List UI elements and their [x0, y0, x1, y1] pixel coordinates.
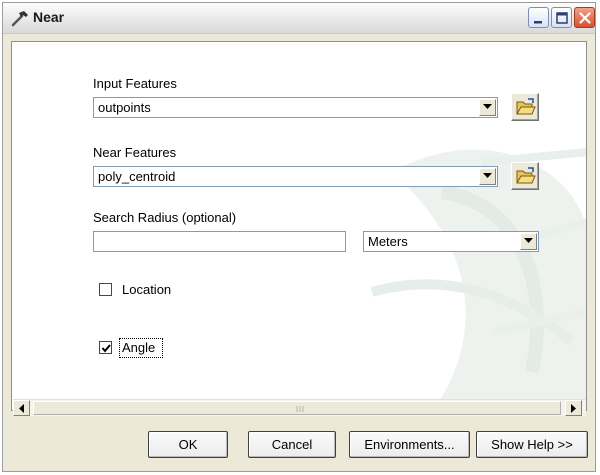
chevron-down-icon	[524, 238, 533, 243]
near-features-select[interactable]: poly_centroid	[93, 166, 498, 187]
close-icon	[579, 12, 591, 24]
checkmark-icon	[101, 344, 111, 353]
chevron-down-icon	[483, 104, 492, 109]
location-label[interactable]: Location	[122, 282, 171, 297]
input-features-dropdown-button[interactable]	[479, 99, 496, 116]
input-features-select[interactable]: outpoints	[93, 97, 498, 118]
unit-dropdown-button[interactable]	[520, 233, 537, 250]
horizontal-scrollbar[interactable]	[13, 399, 586, 416]
near-features-label: Near Features	[93, 145, 177, 160]
cancel-button[interactable]: Cancel	[248, 431, 336, 458]
environments-button[interactable]: Environments...	[349, 431, 470, 458]
near-features-browse-button[interactable]	[511, 162, 539, 190]
chevron-down-icon	[483, 173, 492, 178]
chevron-left-icon	[19, 404, 24, 413]
near-features-dropdown-button[interactable]	[479, 168, 496, 185]
search-radius-input[interactable]	[93, 231, 346, 252]
maximize-button[interactable]	[551, 7, 572, 28]
chevron-right-icon	[571, 404, 576, 413]
search-radius-unit-select[interactable]: Meters	[363, 231, 539, 252]
location-checkbox[interactable]	[99, 283, 112, 296]
scroll-right-button[interactable]	[565, 400, 582, 416]
search-radius-label: Search Radius (optional)	[93, 210, 237, 225]
grip-icon	[296, 406, 304, 412]
scroll-left-button[interactable]	[13, 400, 30, 416]
show-help-button[interactable]: Show Help >>	[476, 431, 588, 458]
angle-label[interactable]: Angle	[122, 340, 155, 355]
input-features-value: outpoints	[98, 100, 151, 115]
open-folder-icon	[516, 167, 536, 184]
window-title: Near	[33, 9, 65, 25]
input-features-browse-button[interactable]	[511, 93, 539, 121]
open-folder-icon	[516, 98, 536, 115]
ok-button[interactable]: OK	[148, 431, 228, 458]
search-radius-unit-value: Meters	[368, 234, 408, 249]
angle-checkbox[interactable]	[99, 341, 112, 354]
minimize-button[interactable]	[528, 7, 549, 28]
near-dialog-window: Near ▲ ▼ Input Features outpoints	[2, 2, 596, 472]
title-bar[interactable]: Near	[3, 3, 595, 34]
scrollbar-thumb[interactable]	[33, 401, 561, 415]
maximize-icon	[556, 12, 568, 24]
input-features-label: Input Features	[93, 76, 177, 91]
hammer-icon	[10, 9, 30, 27]
minimize-icon	[534, 21, 542, 24]
near-features-value: poly_centroid	[98, 169, 176, 184]
close-button[interactable]	[574, 7, 595, 28]
